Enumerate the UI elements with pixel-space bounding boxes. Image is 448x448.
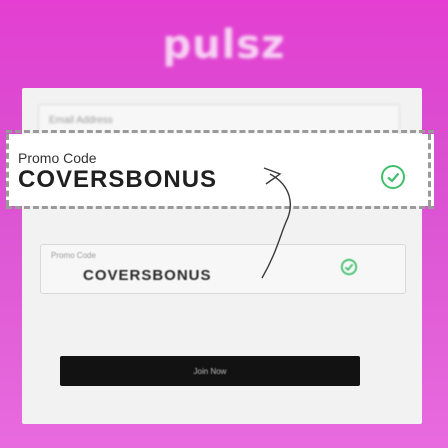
email-placeholder: Email Address [49,115,113,126]
pulsz-logo: pulsz [162,22,286,68]
check-circle-icon [340,258,358,276]
join-now-button[interactable]: Join Now [60,356,360,386]
callout-dashed-border-bottom [6,206,434,209]
callout-dashed-border-top [6,130,434,133]
promo-code-field-label: Promo Code [51,251,96,260]
callout-promo-label: Promo Code [18,150,97,166]
callout-dashed-border-right [428,134,431,206]
check-circle-icon-large [381,165,405,189]
promo-code-field-value: COVERSBONUS [83,267,212,284]
callout-dashed-border-left [6,134,9,206]
join-now-label: Join Now [193,366,227,376]
callout-promo-value: COVERSBONUS [18,166,218,193]
